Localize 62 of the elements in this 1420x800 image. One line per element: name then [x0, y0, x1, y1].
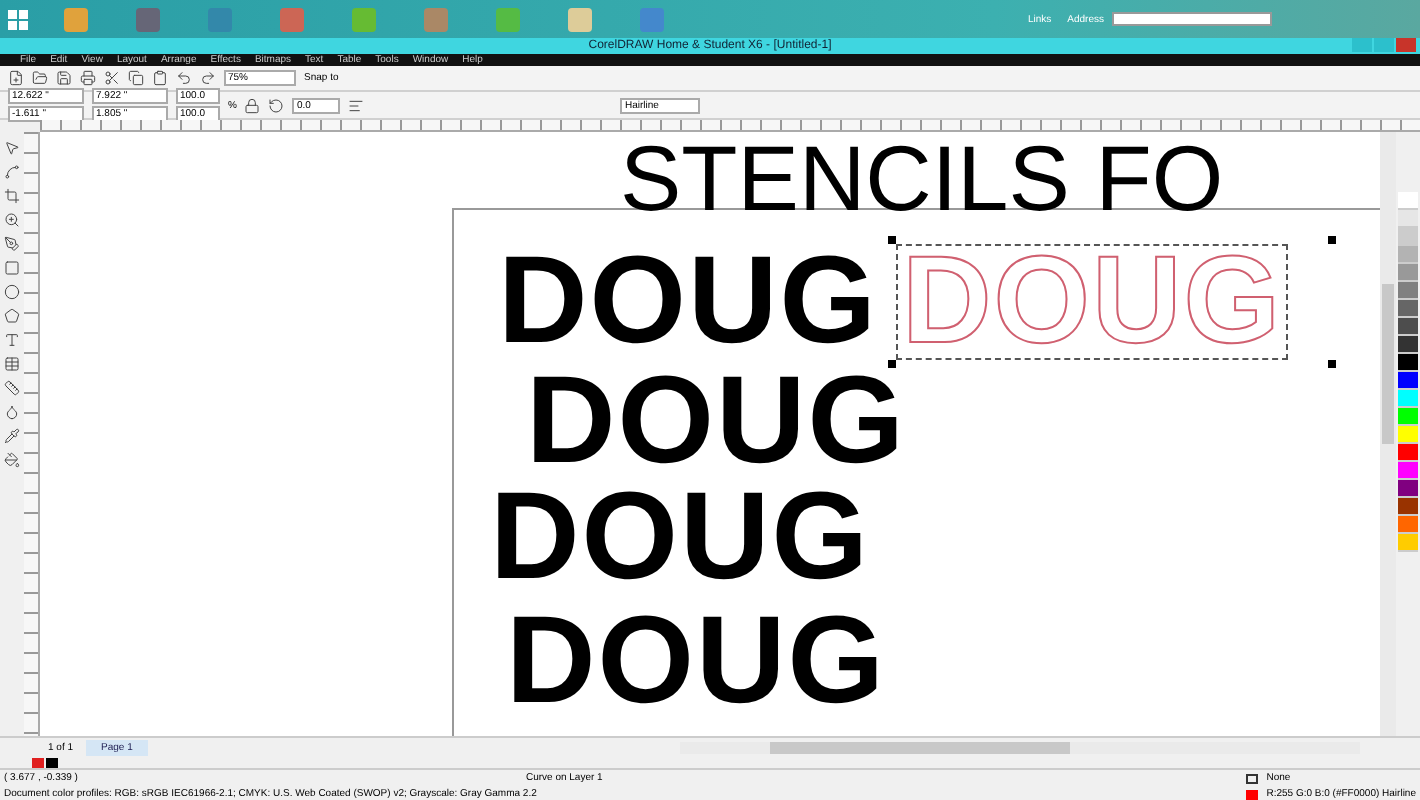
crop-icon[interactable]	[4, 188, 20, 204]
copy-icon[interactable]	[128, 70, 144, 86]
selection-handle[interactable]	[1328, 236, 1336, 244]
color-swatch[interactable]	[1398, 408, 1418, 426]
table-icon[interactable]	[4, 356, 20, 372]
color-swatch[interactable]	[1398, 354, 1418, 372]
redo-icon[interactable]	[200, 70, 216, 86]
stencil-text[interactable]: DOUG	[492, 244, 884, 360]
curve-icon[interactable]	[4, 164, 20, 180]
heading-text: STENCILS FO	[620, 132, 1224, 226]
save-icon[interactable]	[56, 70, 72, 86]
color-swatch[interactable]	[1398, 318, 1418, 336]
polygon-icon[interactable]	[4, 308, 20, 324]
scissors-icon[interactable]	[104, 70, 120, 86]
color-swatch[interactable]	[1398, 444, 1418, 462]
color-swatch[interactable]	[1398, 210, 1418, 228]
lock-icon[interactable]	[244, 97, 261, 113]
droplet-icon[interactable]	[4, 404, 20, 420]
color-swatch[interactable]	[1398, 462, 1418, 480]
color-swatch[interactable]	[1398, 228, 1418, 246]
pointer-icon[interactable]	[4, 140, 20, 156]
address-field[interactable]	[1112, 12, 1272, 26]
outline-color-icon	[1246, 789, 1259, 799]
color-swatch[interactable]	[1398, 390, 1418, 408]
stencil-text[interactable]: DOUG	[520, 364, 912, 480]
zoom-icon[interactable]	[4, 212, 20, 228]
selection-handle[interactable]	[888, 360, 896, 368]
vertical-scrollbar[interactable]	[1380, 132, 1396, 736]
selection-handle[interactable]	[1328, 360, 1336, 368]
color-swatch[interactable]	[1398, 372, 1418, 390]
color-swatch[interactable]	[1398, 534, 1418, 552]
color-swatch[interactable]	[1398, 480, 1418, 498]
color-swatch[interactable]	[1398, 498, 1418, 516]
color-swatch[interactable]	[1398, 300, 1418, 318]
text-icon[interactable]	[4, 332, 20, 348]
stencil-text[interactable]: DOUG	[484, 480, 876, 596]
clipboard-icon[interactable]	[152, 70, 168, 86]
color-swatch[interactable]	[1398, 336, 1418, 354]
color-swatch[interactable]	[1398, 516, 1418, 534]
ellipse-icon[interactable]	[4, 284, 20, 300]
rectangle-icon[interactable]	[4, 260, 20, 276]
eyedropper-icon[interactable]	[4, 428, 20, 444]
stencil-text[interactable]: DOUG	[500, 604, 892, 720]
align-icon[interactable]	[348, 97, 365, 113]
windows-logo-icon[interactable]	[8, 9, 28, 29]
color-swatch[interactable]	[1398, 192, 1418, 210]
color-swatch[interactable]	[1398, 426, 1418, 444]
folder-icon[interactable]	[32, 70, 48, 86]
rotate-icon[interactable]	[268, 97, 285, 113]
selection-handle[interactable]	[888, 236, 896, 244]
undo-icon[interactable]	[176, 70, 192, 86]
color-swatch[interactable]	[1398, 264, 1418, 282]
color-swatch[interactable]	[1398, 282, 1418, 300]
horizontal-scrollbar[interactable]	[680, 741, 1360, 753]
ruler-icon[interactable]	[4, 380, 20, 396]
new-file-icon[interactable]	[8, 70, 24, 86]
no-fill-icon	[1246, 773, 1259, 783]
printer-icon[interactable]	[80, 70, 96, 86]
color-swatch[interactable]	[1398, 246, 1418, 264]
paint-bucket-icon[interactable]	[4, 452, 20, 468]
pen-icon[interactable]	[4, 236, 20, 252]
outline-text[interactable]: DOUG	[896, 244, 1288, 360]
